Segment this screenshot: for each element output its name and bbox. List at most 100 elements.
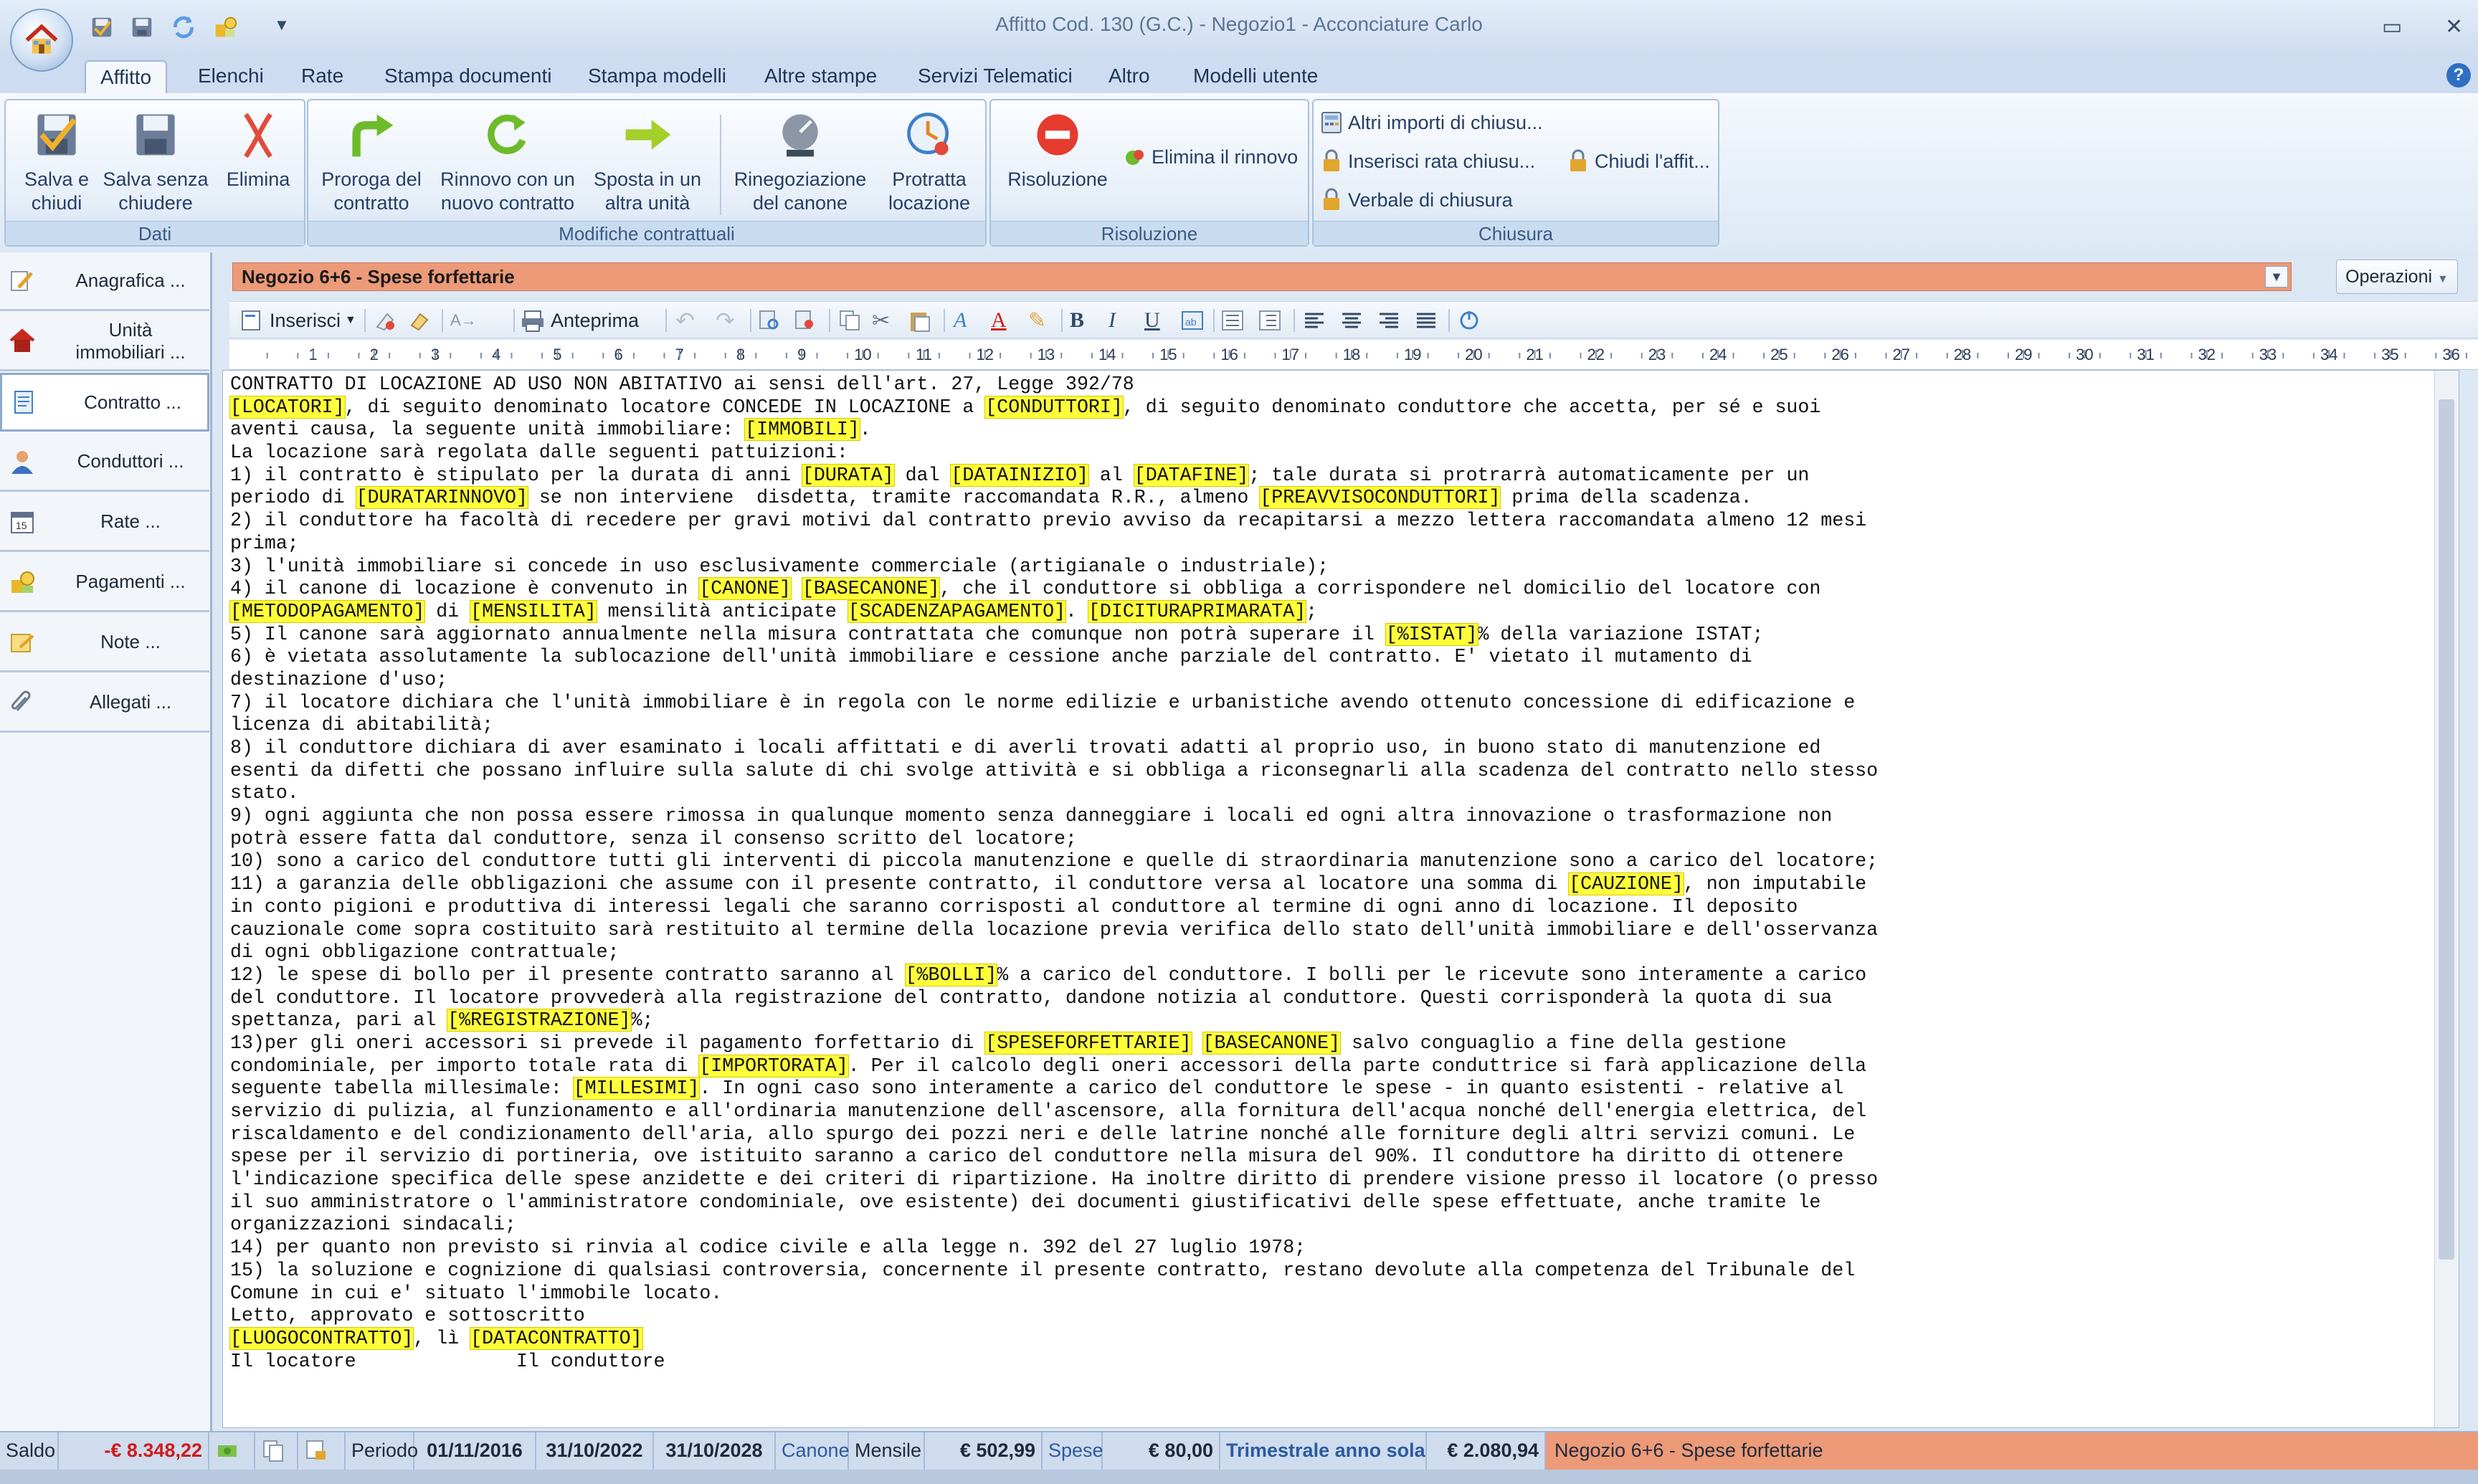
inserisci-button[interactable]: Inserisci ▼ xyxy=(239,306,356,335)
bullet-list-icon[interactable] xyxy=(1220,306,1245,335)
sidebar-item-contratto[interactable]: Contratto ... xyxy=(0,373,209,432)
sidebar-item-anagrafica[interactable]: Anagrafica ... xyxy=(0,252,209,311)
chevron-down-icon[interactable]: ▼ xyxy=(2265,266,2288,287)
find-icon[interactable] xyxy=(757,306,782,335)
copy-documents-icon[interactable] xyxy=(255,1432,298,1470)
align-center-icon[interactable] xyxy=(1339,306,1364,335)
tab-servizi-telematici[interactable]: Servizi Telematici xyxy=(903,60,1087,93)
tab-stampa-modelli[interactable]: Stampa modelli xyxy=(574,60,741,93)
merge-field[interactable]: [MENSILITA] xyxy=(470,599,597,623)
merge-field[interactable]: [BASECANONE] xyxy=(1202,1031,1342,1055)
tab-elenchi[interactable]: Elenchi xyxy=(184,60,278,93)
inserisci-rata-button[interactable]: Inserisci rata chiusu... xyxy=(1319,149,1535,173)
tab-stampa-documenti[interactable]: Stampa documenti xyxy=(370,60,566,93)
toolbar-separator xyxy=(1293,309,1295,332)
merge-field[interactable]: [MILLESIMI] xyxy=(572,1077,701,1100)
paragraph-format-icon[interactable]: ab xyxy=(1180,306,1205,335)
close-button[interactable]: ✕ xyxy=(2445,14,2463,39)
justify-icon[interactable] xyxy=(1414,306,1438,335)
tab-rate[interactable]: Rate xyxy=(287,60,358,93)
copy-icon[interactable] xyxy=(837,306,862,335)
replace-icon[interactable] xyxy=(793,306,817,335)
redo-icon[interactable]: ↷ xyxy=(716,306,735,335)
rinegoziazione-button[interactable]: Rinegoziazione del canone xyxy=(728,108,872,215)
clear-format-icon[interactable] xyxy=(373,306,397,335)
tab-altre-stampe[interactable]: Altre stampe xyxy=(750,60,891,93)
merge-field[interactable]: [DATAINIZIO] xyxy=(950,463,1089,487)
chiudi-affitto-button[interactable]: Chiudi l'affit... xyxy=(1566,149,1710,173)
tab-altro[interactable]: Altro xyxy=(1094,60,1164,93)
proroga-button[interactable]: Proroga del contratto xyxy=(314,108,429,215)
document-line: 15) la soluzione e cognizione di qualsia… xyxy=(230,1259,1856,1281)
operazioni-button[interactable]: Operazioni ▼ xyxy=(2336,260,2458,294)
restore-button[interactable]: ▭ xyxy=(2382,14,2402,39)
sposta-button[interactable]: Sposta in un altra unità xyxy=(587,108,708,215)
vertical-scrollbar[interactable] xyxy=(2434,371,2459,1427)
italic-icon[interactable]: I xyxy=(1109,306,1116,335)
document-editor[interactable]: CONTRATTO DI LOCAZIONE AD USO NON ABITAT… xyxy=(222,370,2459,1428)
merge-field[interactable]: [BASECANONE] xyxy=(801,577,941,601)
bold-icon[interactable]: B xyxy=(1070,306,1084,335)
template-select[interactable]: Negozio 6+6 - Spese forfettarie ▼ xyxy=(232,262,2292,291)
scrollbar-thumb[interactable] xyxy=(2439,399,2454,1260)
sidebar-item-conduttori[interactable]: Conduttori ... xyxy=(0,433,209,492)
font-icon[interactable]: A xyxy=(954,306,967,335)
cash-icon[interactable] xyxy=(209,1432,255,1470)
align-right-icon[interactable] xyxy=(1377,306,1401,335)
undo-icon[interactable]: ↶ xyxy=(675,306,695,335)
eraser-icon[interactable] xyxy=(407,306,432,335)
font-size-icon[interactable]: A→ xyxy=(450,306,477,335)
merge-field[interactable]: [PREAVVISOCONDUTTORI] xyxy=(1259,486,1501,510)
anteprima-button[interactable]: Anteprima xyxy=(521,306,639,335)
spese-label: Spese xyxy=(1043,1432,1103,1470)
merge-field[interactable]: [CAUZIONE] xyxy=(1568,872,1684,896)
merge-field[interactable]: [SCADENZAPAGAMENTO] xyxy=(847,599,1067,623)
merge-field[interactable]: [DICITURAPRIMARATA] xyxy=(1087,599,1307,623)
elimina-rinnovo-button[interactable]: Elimina il rinnovo xyxy=(1123,145,1298,169)
paste-icon[interactable] xyxy=(908,306,932,335)
protratta-button[interactable]: Protratta locazione xyxy=(878,108,981,215)
sidebar-item-unita-immobiliari[interactable]: Unità immobiliari ... xyxy=(0,313,209,371)
merge-field[interactable]: [%BOLLI] xyxy=(904,963,998,986)
tab-affitto[interactable]: Affitto xyxy=(85,60,168,93)
tab-modelli-utente[interactable]: Modelli utente xyxy=(1179,60,1332,93)
align-left-icon[interactable] xyxy=(1302,306,1326,335)
saldo-value: -€ 8.348,22 xyxy=(59,1432,209,1470)
merge-field[interactable]: [DATACONTRATTO] xyxy=(470,1326,643,1350)
merge-field[interactable]: [%ISTAT] xyxy=(1385,622,1478,646)
rinnovo-button[interactable]: Rinnovo con un nuovo contratto xyxy=(436,108,579,215)
app-menu-button[interactable] xyxy=(10,9,73,72)
merge-field[interactable]: [LUOGOCONTRATTO] xyxy=(229,1326,414,1350)
merge-field[interactable]: [%REGISTRAZIONE] xyxy=(447,1009,632,1032)
sidebar-item-note[interactable]: Note ... xyxy=(0,614,209,672)
periodo-fine: 31/10/2022 xyxy=(536,1432,654,1470)
merge-field[interactable]: [IMPORTORATA] xyxy=(698,1054,849,1078)
altri-importi-button[interactable]: Altri importi di chiusu... xyxy=(1319,110,1543,135)
underline-icon[interactable]: U xyxy=(1144,306,1160,335)
sidebar-item-allegati[interactable]: Allegati ... xyxy=(0,674,209,733)
merge-field[interactable]: [IMMOBILI] xyxy=(744,418,860,442)
merge-field[interactable]: [CONDUTTORI] xyxy=(984,395,1124,419)
sidebar-item-rate[interactable]: 15 Rate ... xyxy=(0,493,209,552)
merge-field[interactable]: [DATAFINE] xyxy=(1133,463,1250,487)
merge-field[interactable]: [SPESEFORFETTARIE] xyxy=(984,1031,1192,1055)
highlight-icon[interactable]: ✎ xyxy=(1028,306,1046,335)
delete-button[interactable]: Elimina xyxy=(214,108,303,191)
merge-field[interactable]: [CANONE] xyxy=(698,577,792,601)
save-button[interactable]: Salva senza chiudere xyxy=(102,108,209,215)
merge-field[interactable]: [DURATA] xyxy=(801,463,895,487)
risoluzione-button[interactable]: Risoluzione xyxy=(997,108,1119,191)
merge-field[interactable]: [DURATARINNOVO] xyxy=(355,486,528,510)
merge-field[interactable]: [LOCATORI] xyxy=(229,395,346,419)
save-close-button[interactable]: Salva e chiudi xyxy=(10,108,103,215)
numbered-list-icon[interactable] xyxy=(1258,306,1282,335)
power-icon[interactable] xyxy=(1457,306,1481,335)
merge-field[interactable]: [METODOPAGAMENTO] xyxy=(229,599,426,623)
verbale-button[interactable]: Verbale di chiusura xyxy=(1319,188,1513,212)
document-line: La locazione sarà regolata dalle seguent… xyxy=(230,442,848,464)
lock-calendar-icon[interactable] xyxy=(298,1432,346,1470)
cut-icon[interactable]: ✂ xyxy=(872,306,890,335)
help-icon[interactable]: ? xyxy=(2446,63,2471,87)
font-color-icon[interactable]: A xyxy=(991,306,1007,335)
sidebar-item-pagamenti[interactable]: Pagamenti ... xyxy=(0,553,209,612)
